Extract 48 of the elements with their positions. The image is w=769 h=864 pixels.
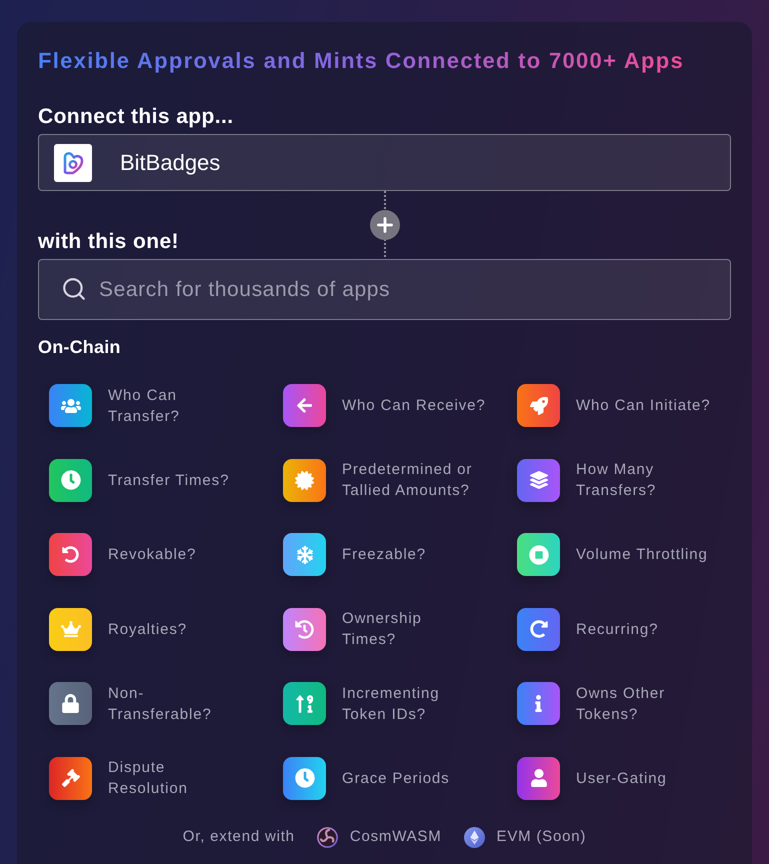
user-icon [517, 756, 560, 800]
users-icon [49, 384, 92, 427]
crown-icon [49, 608, 92, 651]
info-icon [517, 682, 560, 726]
feature-label: Grace Periods [342, 768, 450, 789]
plus-icon [370, 210, 400, 240]
feature-label: How Many Transfers? [576, 460, 656, 502]
feature-label: Who Can Initiate? [576, 396, 711, 416]
app-select-field[interactable]: BitBadges [38, 134, 731, 191]
search-icon [61, 276, 87, 302]
feature-label: Ownership Times? [342, 609, 422, 650]
feature-label: Volume Throttling [576, 545, 708, 566]
feature-label: Non- Transferable? [108, 684, 212, 725]
feature-label: Who Can Receive? [342, 396, 486, 416]
diamond-coin-icon [464, 826, 485, 848]
feature-label: Incrementing Token IDs? [342, 684, 440, 725]
feature-label: Revokable? [108, 545, 196, 566]
clock-icon [283, 756, 326, 800]
section-title: On-Chain [38, 337, 121, 358]
arrow-left-icon [283, 384, 326, 427]
feature-label: Freezable? [342, 545, 426, 566]
gavel-icon [49, 756, 92, 800]
history-icon [283, 608, 326, 651]
section-heading: with this one! [38, 229, 179, 255]
starburst-icon [283, 458, 326, 502]
clock-icon [49, 458, 92, 502]
feature-label: Recurring? [576, 620, 658, 640]
feature-label: Predetermined or Tallied Amounts? [342, 460, 472, 502]
snowflake-icon [283, 533, 326, 576]
undo-icon [49, 533, 92, 576]
feature-label: Royalties? [108, 620, 188, 640]
feature-label: Transfer Times? [108, 470, 230, 491]
rocket-icon [517, 384, 560, 427]
feature-label: Dispute Resolution [108, 758, 188, 800]
layers-icon [517, 458, 560, 502]
lock-icon [49, 682, 92, 726]
redo-icon [517, 608, 560, 651]
feature-label: Owns Other Tokens? [576, 684, 666, 725]
stop-icon [517, 533, 560, 576]
sort-numbers-icon [283, 682, 326, 726]
swirl-logo-icon [316, 826, 338, 848]
heart-logo-icon [54, 144, 92, 182]
footer-text: Or, extend with [182, 827, 295, 848]
section-heading: Connect this app... [38, 104, 234, 130]
platform-name: CosmWASM [350, 827, 442, 848]
platform-name: EVM (Soon) [496, 827, 586, 848]
feature-label: Who Can Transfer? [108, 386, 180, 426]
feature-label: User-Gating [576, 768, 667, 789]
